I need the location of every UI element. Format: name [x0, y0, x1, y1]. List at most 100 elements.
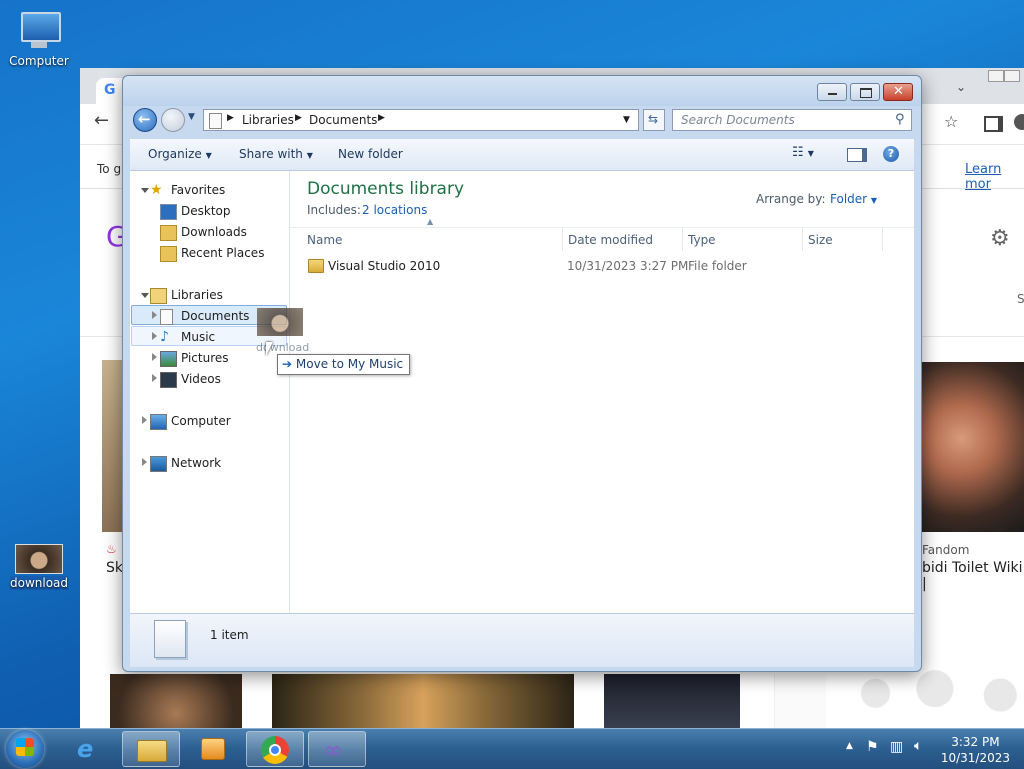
- library-large-icon: [154, 620, 186, 658]
- library-icon: [209, 113, 222, 129]
- item-count: 1 item: [210, 628, 249, 642]
- visual-studio-infinity-icon: ∞: [323, 736, 343, 764]
- taskbar: e ∞ ▲ ⚑ ▥ 🔈︎ 3:32 PM 10/31/2023: [0, 728, 1024, 769]
- new-folder-button[interactable]: New folder: [338, 147, 403, 161]
- truncated-text: S: [1017, 292, 1024, 306]
- result-thumbnail[interactable]: [272, 674, 574, 730]
- column-date-modified[interactable]: Date modified: [568, 233, 653, 247]
- address-dropdown-icon[interactable]: ▼: [623, 115, 630, 125]
- result-thumbnail[interactable]: [110, 674, 242, 730]
- window-caption[interactable]: ✕: [123, 76, 921, 106]
- forward-button[interactable]: [161, 108, 185, 132]
- windows-logo-icon: [16, 738, 34, 756]
- preview-pane-icon[interactable]: [847, 148, 867, 162]
- help-icon[interactable]: ?: [883, 146, 899, 162]
- result-image[interactable]: [920, 362, 1024, 532]
- minimize-icon[interactable]: [988, 70, 1004, 82]
- search-input[interactable]: Search Documents: [681, 113, 795, 127]
- breadcrumb-separator-icon[interactable]: ▶: [227, 113, 234, 123]
- expand-arrow-icon[interactable]: [142, 458, 147, 466]
- view-options-icon[interactable]: ☷ ▼: [792, 145, 814, 160]
- search-box[interactable]: Search Documents ⚲: [672, 109, 912, 131]
- breadcrumb-separator-icon[interactable]: ▶: [378, 113, 385, 123]
- search-icon[interactable]: ⚲: [895, 112, 905, 127]
- expand-arrow-icon[interactable]: [141, 188, 149, 193]
- column-separator[interactable]: [882, 227, 883, 251]
- column-type[interactable]: Type: [688, 233, 716, 247]
- result-source: Fandom: [922, 543, 970, 557]
- network-status-icon[interactable]: ▥: [890, 739, 903, 755]
- folder-icon: [137, 740, 167, 762]
- breadcrumb-separator-icon[interactable]: ▶: [295, 113, 302, 123]
- result-title[interactable]: bidi Toilet Wiki |: [922, 560, 1024, 592]
- refresh-button[interactable]: ⇆: [643, 109, 665, 131]
- maximize-icon: [860, 88, 872, 98]
- settings-gear-icon[interactable]: ⚙: [990, 226, 1010, 251]
- result-title-fragment[interactable]: Sk: [106, 560, 123, 576]
- navigation-pane: ★ Favorites Desktop Downloads Recent Pla…: [130, 171, 290, 613]
- restore-icon[interactable]: [1004, 70, 1020, 82]
- share-with-button[interactable]: Share with ▼: [239, 147, 313, 161]
- minimize-button[interactable]: [817, 83, 847, 101]
- file-row[interactable]: Visual Studio 2010 10/31/2023 3:27 PM Fi…: [300, 255, 900, 277]
- includes-locations-link[interactable]: 2 locations: [362, 203, 427, 217]
- volume-muted-icon[interactable]: 🔈︎: [914, 738, 922, 754]
- result-thumbnail[interactable]: [102, 360, 124, 532]
- desktop-icon-label: download: [9, 576, 69, 590]
- arrange-by-label: Arrange by:: [756, 192, 826, 206]
- result-thumbnail[interactable]: [604, 674, 740, 730]
- column-separator[interactable]: [682, 227, 683, 251]
- column-name[interactable]: Name: [307, 233, 342, 247]
- taskbar-chrome[interactable]: [246, 731, 304, 767]
- recent-pages-chevron-icon[interactable]: ▼: [188, 112, 195, 122]
- expand-arrow-icon[interactable]: [152, 374, 157, 382]
- star-icon[interactable]: ☆: [944, 112, 958, 131]
- taskbar-internet-explorer[interactable]: e: [60, 731, 118, 767]
- header-divider: [290, 227, 914, 228]
- organize-button[interactable]: Organize ▼: [148, 147, 212, 161]
- column-separator[interactable]: [802, 227, 803, 251]
- breadcrumb-libraries[interactable]: Libraries: [242, 113, 294, 127]
- arrange-by-dropdown[interactable]: Folder ▼: [830, 192, 877, 206]
- breadcrumb-documents[interactable]: Documents: [309, 113, 377, 127]
- show-hidden-icons-chevron[interactable]: ▲: [846, 741, 853, 751]
- close-button[interactable]: ✕: [883, 83, 913, 101]
- chrome-notice-text: To g: [97, 162, 122, 176]
- desktop-icon-download[interactable]: download: [2, 544, 76, 590]
- column-size[interactable]: Size: [808, 233, 833, 247]
- profile-icon[interactable]: [1014, 114, 1024, 130]
- image-file-icon: [15, 544, 63, 574]
- back-arrow-icon: ←: [138, 110, 151, 128]
- taskbar-visual-studio[interactable]: ∞: [308, 731, 366, 767]
- taskbar-media-player[interactable]: [184, 731, 242, 767]
- system-clock[interactable]: 3:32 PM 10/31/2023: [941, 734, 1010, 766]
- maximize-button[interactable]: [850, 83, 880, 101]
- start-button[interactable]: [6, 730, 44, 768]
- chevron-down-icon[interactable]: ⌄: [956, 80, 966, 94]
- action-center-flag-icon[interactable]: ⚑: [866, 739, 879, 755]
- drag-ghost-image: [257, 308, 303, 336]
- expand-arrow-icon[interactable]: [141, 293, 149, 298]
- mouse-cursor-icon: [266, 342, 273, 356]
- expand-arrow-icon[interactable]: [152, 332, 157, 340]
- back-arrow-icon[interactable]: ←: [94, 110, 109, 131]
- expand-arrow-icon[interactable]: [152, 311, 157, 319]
- sort-ascending-icon: ▲: [427, 217, 434, 226]
- desktop-icon-computer[interactable]: Computer: [2, 10, 76, 68]
- chevron-down-icon: ▼: [870, 196, 878, 205]
- folder-icon: [308, 259, 324, 273]
- column-separator[interactable]: [562, 227, 563, 251]
- drag-tooltip: ➔ Move to My Music: [277, 354, 411, 375]
- back-button[interactable]: ←: [133, 108, 157, 132]
- documents-icon: [160, 309, 173, 325]
- expand-arrow-icon[interactable]: [142, 416, 147, 424]
- taskbar-windows-explorer[interactable]: [122, 731, 180, 767]
- desktop-icon-label: Computer: [9, 54, 69, 68]
- address-bar[interactable]: ▶ Libraries ▶ Documents ▶ ▼: [203, 109, 639, 131]
- details-pane: 1 item: [130, 613, 914, 667]
- includes-label: Includes:: [307, 203, 361, 217]
- libraries-icon: [150, 288, 167, 304]
- side-panel-icon[interactable]: [984, 116, 1003, 132]
- clock-date: 10/31/2023: [940, 751, 1010, 765]
- expand-arrow-icon[interactable]: [152, 353, 157, 361]
